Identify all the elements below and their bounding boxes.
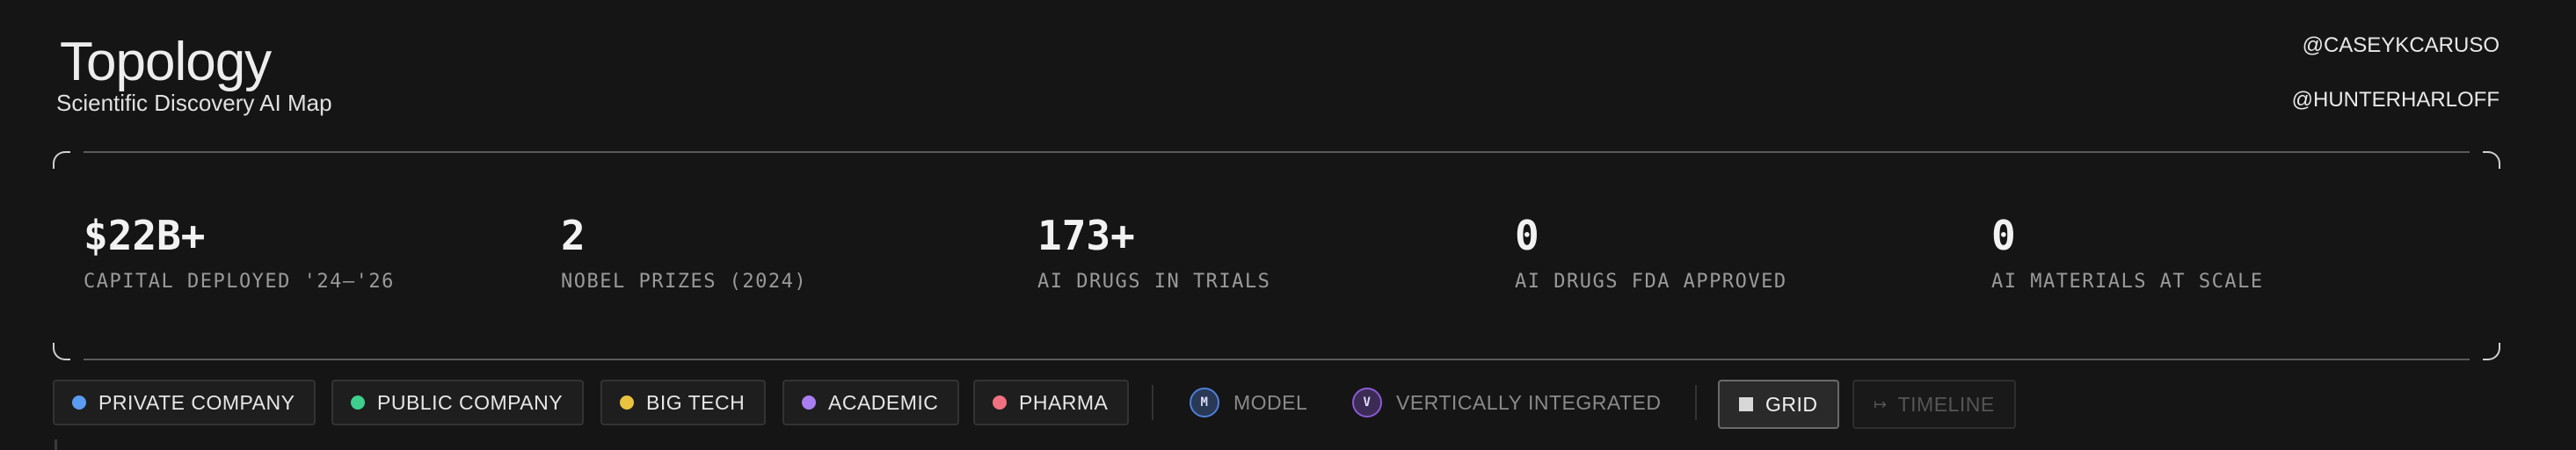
filter-private-company[interactable]: PRIVATE COMPANY <box>53 380 317 425</box>
app-subtitle: Scientific Discovery AI Map <box>56 90 332 116</box>
stat-label: NOBEL PRIZES (2024) <box>561 271 808 293</box>
filter-divider <box>1152 385 1153 420</box>
view-label: GRID <box>1765 392 1818 416</box>
stat-capital: $22B+ CAPITAL DEPLOYED '24–'26 <box>84 213 395 294</box>
filter-label: VERTICALLY INTEGRATED <box>1396 390 1662 414</box>
stat-value: 0 <box>1515 212 1539 259</box>
stat-fda: 0 AI DRUGS FDA APPROVED <box>1515 213 1787 294</box>
academic-dot-icon <box>802 396 816 410</box>
public-company-dot-icon <box>351 396 365 410</box>
stat-trials: 173+ AI DRUGS IN TRIALS <box>1037 213 1270 294</box>
filter-label: PRIVATE COMPANY <box>98 390 295 414</box>
handle-link-hunter[interactable]: @HUNTERHARLOFF <box>2292 88 2500 112</box>
filter-vertically-integrated[interactable]: V VERTICALLY INTEGRATED <box>1352 380 1661 425</box>
stat-label: AI DRUGS FDA APPROVED <box>1515 271 1787 293</box>
view-label: TIMELINE <box>1897 392 1995 416</box>
grid-icon <box>1739 397 1753 411</box>
frame-corner <box>53 343 70 360</box>
filter-label: MODEL <box>1233 390 1308 414</box>
stat-label: AI DRUGS IN TRIALS <box>1037 271 1271 293</box>
filter-label: BIG TECH <box>646 390 746 414</box>
filter-pharma[interactable]: PHARMA <box>973 380 1130 425</box>
frame-corner <box>2483 151 2500 169</box>
stat-value: $22B+ <box>84 212 206 259</box>
private-company-dot-icon <box>72 396 86 410</box>
content-edge-marker <box>55 439 57 450</box>
filter-public-company[interactable]: PUBLIC COMPANY <box>331 380 585 425</box>
brand: Topology Scientific Discovery AI Map <box>56 32 332 116</box>
frame-corner <box>2483 343 2500 360</box>
vertical-badge-icon: V <box>1352 388 1382 417</box>
stat-value: 173+ <box>1037 212 1135 259</box>
stat-value: 0 <box>1991 212 2016 259</box>
big-tech-dot-icon <box>620 396 634 410</box>
author-handles: @CASEYKCARUSO @HUNTERHARLOFF <box>2292 33 2500 142</box>
stat-label: AI MATERIALS AT SCALE <box>1991 271 2264 293</box>
view-timeline-button[interactable]: ↦ TIMELINE <box>1852 380 2016 429</box>
app-title: Topology <box>60 32 272 92</box>
model-badge-icon: M <box>1190 388 1219 417</box>
filter-bar: PRIVATE COMPANY PUBLIC COMPANY BIG TECH … <box>53 380 2514 429</box>
frame-divider-bottom <box>84 359 2470 360</box>
view-grid-button[interactable]: GRID <box>1718 380 1839 429</box>
pharma-dot-icon <box>993 396 1007 410</box>
handle-link-casey[interactable]: @CASEYKCARUSO <box>2292 33 2500 58</box>
filter-label: PHARMA <box>1019 390 1109 414</box>
filter-label: ACADEMIC <box>828 390 939 414</box>
timeline-icon: ↦ <box>1874 395 1888 413</box>
frame-corner <box>53 151 70 169</box>
stat-value: 2 <box>561 212 586 259</box>
stats-panel: $22B+ CAPITAL DEPLOYED '24–'26 2 NOBEL P… <box>53 149 2500 360</box>
stat-materials: 0 AI MATERIALS AT SCALE <box>1991 213 2264 294</box>
filter-model[interactable]: M MODEL <box>1190 380 1307 425</box>
filter-divider <box>1695 385 1697 420</box>
stat-nobel: 2 NOBEL PRIZES (2024) <box>561 213 807 294</box>
filter-academic[interactable]: ACADEMIC <box>782 380 960 425</box>
filter-big-tech[interactable]: BIG TECH <box>600 380 767 425</box>
frame-divider-top <box>84 151 2470 153</box>
stat-label: CAPITAL DEPLOYED '24–'26 <box>84 271 395 293</box>
filter-label: PUBLIC COMPANY <box>377 390 564 414</box>
